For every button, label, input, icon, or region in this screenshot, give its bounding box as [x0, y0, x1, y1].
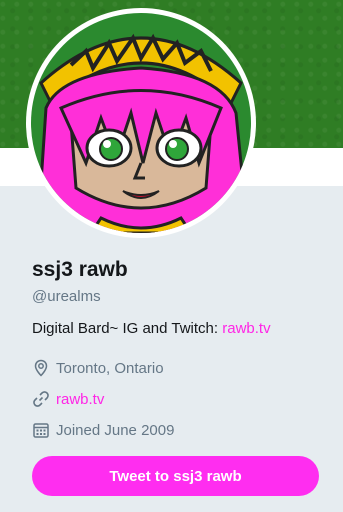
tweet-to-button[interactable]: Tweet to ssj3 rawb — [32, 456, 319, 496]
handle[interactable]: @urealms — [32, 288, 101, 305]
bio: Digital Bard~ IG and Twitch: rawb.tv — [32, 320, 271, 337]
map-pin-icon — [34, 359, 48, 377]
website-row: rawb.tv — [32, 390, 104, 408]
location-text: Toronto, Ontario — [56, 359, 164, 377]
bio-text: Digital Bard~ IG and Twitch: — [32, 320, 223, 337]
calendar-icon — [33, 423, 49, 438]
link-icon — [33, 391, 49, 407]
avatar[interactable] — [26, 8, 256, 238]
website-link[interactable]: rawb.tv — [56, 391, 104, 408]
avatar-image — [31, 13, 251, 233]
joined-text: Joined June 2009 — [56, 421, 175, 439]
display-name[interactable]: ssj3 rawb — [32, 258, 128, 282]
bio-link[interactable]: rawb.tv — [222, 320, 270, 337]
joined-row: Joined June 2009 — [32, 421, 174, 439]
location-row: Toronto, Ontario — [32, 359, 164, 377]
